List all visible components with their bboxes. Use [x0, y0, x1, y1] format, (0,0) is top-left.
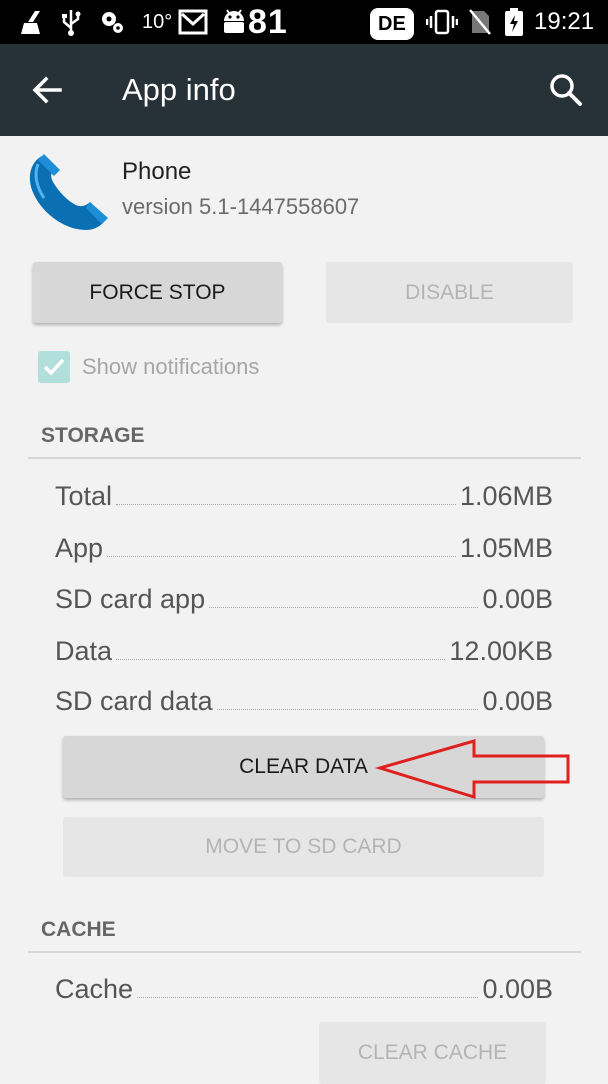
storage-section-title: STORAGE [41, 424, 145, 447]
battery-charging-icon [504, 0, 524, 44]
storage-divider [28, 457, 581, 459]
storage-row-sd-card-app: SD card app 0.00B [55, 579, 553, 615]
cache-row-value: 0.00B [482, 974, 553, 1004]
phone-icon [24, 150, 112, 234]
force-stop-button[interactable]: FORCE STOP [33, 262, 282, 323]
usb-icon [60, 0, 82, 44]
temperature: 10° [142, 10, 173, 33]
storage-row-value: 0.00B [482, 584, 553, 614]
arrow-back-icon[interactable] [28, 70, 68, 110]
storage-row-app: App 1.05MB [55, 528, 553, 564]
page-title: App info [122, 72, 236, 107]
storage-row-label: SD card data [55, 686, 213, 716]
app-version: version 5.1-1447558607 [122, 194, 360, 219]
storage-row-label: Data [55, 636, 113, 666]
storage-row-sd-card-data: SD card data 0.00B [55, 681, 553, 717]
clock: 19:21 [534, 8, 595, 35]
android-icon [220, 0, 248, 44]
cache-row-label: Cache [55, 974, 134, 1004]
disable-button[interactable]: DISABLE [326, 262, 573, 323]
status-bar: 10° 81 DE 19:21 [0, 0, 608, 44]
storage-row-total: Total 1.06MB [55, 476, 553, 512]
cache-row: Cache 0.00B [55, 969, 553, 1005]
storage-row-value: 1.05MB [459, 533, 553, 563]
keyboard-language: DE [370, 8, 414, 40]
cache-section-title: CACHE [41, 918, 116, 941]
storage-row-value: 12.00KB [449, 636, 553, 666]
storage-row-data: Data 12.00KB [55, 631, 553, 667]
cache-divider [28, 951, 581, 953]
no-sim-icon [468, 0, 492, 44]
storage-row-value: 1.06MB [459, 481, 553, 511]
broom-icon [18, 0, 46, 44]
vibrate-icon [426, 0, 458, 44]
storage-row-label: SD card app [55, 584, 206, 614]
annotation-arrow-icon [374, 739, 570, 800]
search-icon[interactable] [546, 70, 586, 110]
storage-row-value: 0.00B [482, 686, 553, 716]
app-bar: App info [0, 44, 608, 136]
move-to-sd-card-button[interactable]: MOVE TO SD CARD [63, 817, 544, 877]
settings-icon [98, 0, 126, 44]
storage-row-label: App [55, 533, 104, 563]
app-name: Phone [122, 158, 192, 185]
show-notifications-checkbox[interactable] [38, 351, 70, 383]
mail-icon [178, 0, 208, 44]
show-notifications-label: Show notifications [82, 354, 260, 379]
clear-cache-button[interactable]: CLEAR CACHE [319, 1022, 546, 1084]
storage-row-label: Total [55, 481, 113, 511]
battery-level: 81 [248, 2, 288, 41]
